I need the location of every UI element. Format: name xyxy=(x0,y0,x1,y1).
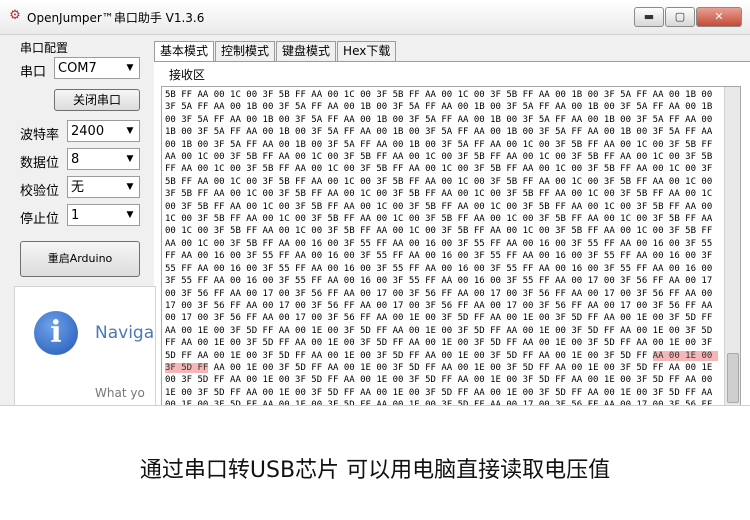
tab-keyboard-mode[interactable]: 键盘模式 xyxy=(276,41,337,61)
parity-label: 校验位 xyxy=(20,184,60,199)
chevron-down-icon: ▼ xyxy=(126,63,134,73)
receive-text-part-2: AA 00 1E 00 3F 5D FF AA 00 1E 00 3F 5D F… xyxy=(165,362,713,406)
restart-arduino-button[interactable]: 重启Arduino xyxy=(20,241,140,277)
caption-text: 通过串口转USB芯片 可以用电脑直接读取电压值 xyxy=(139,458,611,483)
info-icon: i xyxy=(34,311,78,355)
port-select-value: COM7 xyxy=(58,61,97,76)
close-button[interactable]: ✕ xyxy=(696,7,742,27)
receive-textarea[interactable]: 5B FF AA 00 1C 00 3F 5B FF AA 00 1C 00 3… xyxy=(161,86,741,406)
baud-rate-value: 2400 xyxy=(71,124,105,139)
window-controls: ▬ ▢ ✕ xyxy=(633,7,742,27)
tab-basic-mode[interactable]: 基本模式 xyxy=(154,41,215,62)
receive-area-label: 接收区 xyxy=(169,68,206,82)
port-select[interactable]: COM7 ▼ xyxy=(54,57,140,79)
receive-scrollbar[interactable] xyxy=(724,87,740,405)
stop-bits-value: 1 xyxy=(71,208,80,223)
baud-rate-select[interactable]: 2400 ▼ xyxy=(67,120,140,142)
data-bits-select[interactable]: 8 ▼ xyxy=(67,148,140,170)
parity-value: 无 xyxy=(71,180,85,195)
dialog-heading: Naviga xyxy=(95,323,155,343)
data-bits-label: 数据位 xyxy=(20,156,60,171)
chevron-down-icon: ▼ xyxy=(126,126,134,136)
stop-bits-label: 停止位 xyxy=(20,212,60,227)
chevron-down-icon: ▼ xyxy=(126,182,134,192)
chevron-down-icon: ▼ xyxy=(126,154,134,164)
parity-select[interactable]: 无 ▼ xyxy=(67,176,140,198)
chevron-down-icon: ▼ xyxy=(126,210,134,220)
mode-tabs: 基本模式 控制模式 键盘模式 Hex下载 xyxy=(154,41,397,62)
port-config-group-title: 串口配置 xyxy=(20,41,69,55)
tab-control-mode[interactable]: 控制模式 xyxy=(215,41,276,61)
app-window: ⚙ OpenJumper™串口助手 V1.3.6 ▬ ▢ ✕ 串口配置 串口 C… xyxy=(0,0,750,406)
window-title: OpenJumper™串口助手 V1.3.6 xyxy=(27,11,205,25)
tab-hex-download[interactable]: Hex下载 xyxy=(337,41,397,61)
baud-rate-label: 波特率 xyxy=(20,128,60,143)
close-port-button[interactable]: 关闭串口 xyxy=(54,89,140,111)
receive-text: 5B FF AA 00 1C 00 3F 5B FF AA 00 1C 00 3… xyxy=(165,89,718,406)
dialog-body-text: What yo xyxy=(95,386,145,400)
title-bar: ⚙ OpenJumper™串口助手 V1.3.6 ▬ ▢ ✕ xyxy=(0,0,750,35)
app-icon: ⚙ xyxy=(9,8,21,23)
info-dialog-fragment: i Naviga What yo xyxy=(14,286,156,405)
maximize-button[interactable]: ▢ xyxy=(665,7,695,27)
minimize-button[interactable]: ▬ xyxy=(634,7,664,27)
scrollbar-thumb[interactable] xyxy=(727,353,739,403)
port-label: 串口 xyxy=(20,65,47,80)
data-bits-value: 8 xyxy=(71,152,80,167)
stop-bits-select[interactable]: 1 ▼ xyxy=(67,204,140,226)
receive-text-part-1: 5B FF AA 00 1C 00 3F 5B FF AA 00 1C 00 3… xyxy=(165,90,718,361)
